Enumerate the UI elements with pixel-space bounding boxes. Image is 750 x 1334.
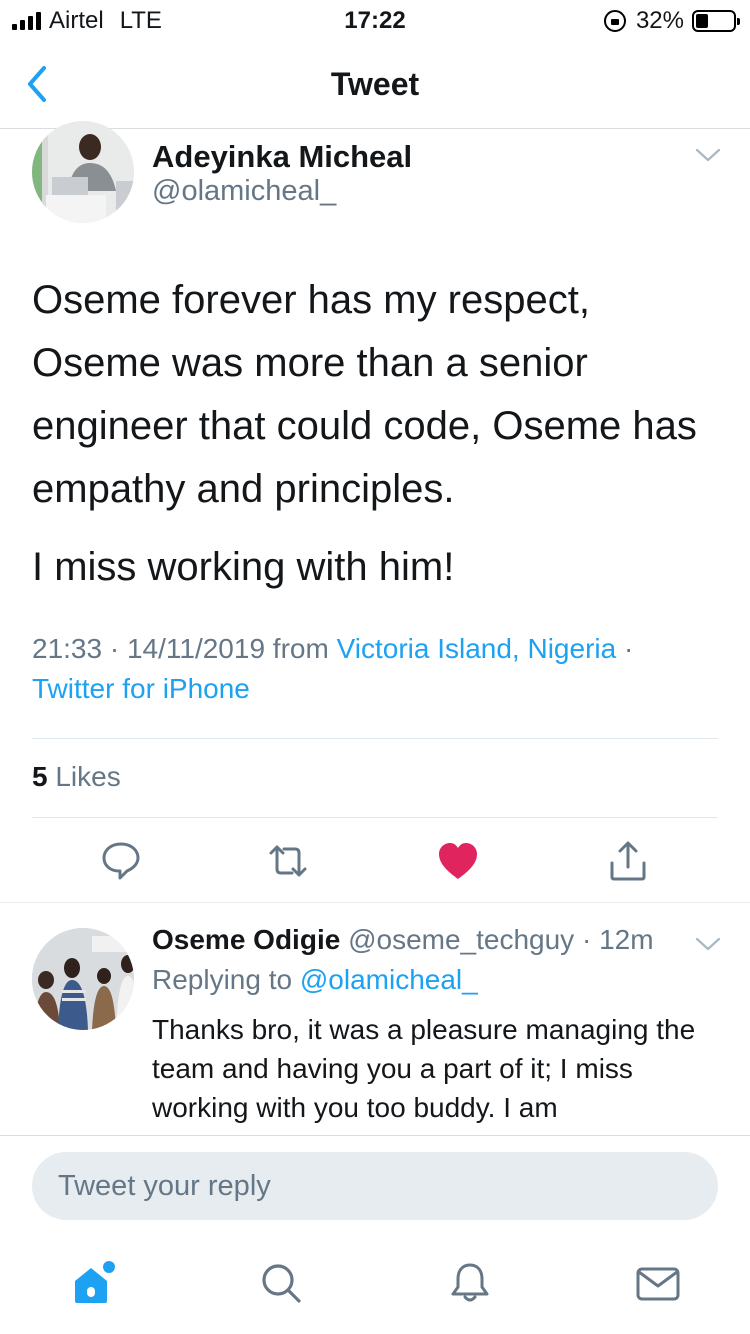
tab-search[interactable] xyxy=(257,1259,305,1307)
author-handle[interactable]: @olamicheal_ xyxy=(152,175,336,208)
page-title: Tweet xyxy=(330,66,420,102)
source-link[interactable]: Twitter for iPhone xyxy=(32,673,250,704)
notifications-icon xyxy=(451,1263,489,1302)
heart-icon xyxy=(439,843,477,879)
search-icon xyxy=(262,1264,301,1303)
reply-time: · 12m xyxy=(581,924,654,955)
replying-handle-link[interactable]: @olamicheal_ xyxy=(300,964,478,995)
battery-percent: 32% xyxy=(635,7,684,34)
nav-bar: Tweet xyxy=(0,40,750,129)
main-tweet: Adeyinka Micheal @olamicheal_ Oseme fore… xyxy=(0,121,750,903)
reply-input[interactable] xyxy=(32,1152,718,1220)
status-bar: Airtel LTE 17:22 32% xyxy=(0,0,750,40)
divider xyxy=(32,738,718,739)
share-icon xyxy=(610,841,646,881)
retweet-icon xyxy=(269,845,307,877)
divider xyxy=(32,817,718,818)
chevron-down-icon[interactable] xyxy=(694,934,722,954)
avatar-photo xyxy=(32,121,134,223)
battery-icon xyxy=(692,10,740,32)
tweet-meta: 21:33 · 14/11/2019 from Victoria Island,… xyxy=(32,629,718,709)
replying-prefix: Replying to xyxy=(152,964,293,995)
home-icon xyxy=(75,1261,115,1303)
location-link[interactable]: Victoria Island, Nigeria xyxy=(337,633,617,664)
reply-composer xyxy=(0,1135,750,1235)
reply-author-name[interactable]: Oseme Odigie xyxy=(152,924,340,955)
tweet-text: Oseme forever has my respect, Oseme was … xyxy=(32,269,722,614)
meta-separator: · xyxy=(623,633,634,664)
tab-notifications[interactable] xyxy=(446,1259,494,1307)
chevron-down-icon[interactable] xyxy=(694,145,722,165)
reply-author-handle[interactable]: @oseme_techguy xyxy=(348,924,574,955)
retweet-button[interactable] xyxy=(266,839,310,883)
share-button[interactable] xyxy=(606,839,650,883)
tweet-paragraph: I miss working with him! xyxy=(32,545,455,589)
avatar[interactable] xyxy=(32,121,134,223)
reply-avatar[interactable] xyxy=(32,928,134,1030)
orientation-lock-icon xyxy=(603,10,626,32)
tab-bar xyxy=(0,1235,750,1334)
reply-avatar-photo xyxy=(32,928,134,1030)
replying-to: Replying to @olamicheal_ xyxy=(152,964,478,996)
reply-header: Oseme Odigie @oseme_techguy · 12m xyxy=(152,924,654,956)
tweet-paragraph: Oseme forever has my respect, Oseme was … xyxy=(32,278,697,511)
tweet-timestamp: 21:33 · 14/11/2019 from xyxy=(32,633,329,664)
likes-number: 5 xyxy=(32,761,48,792)
likes-count[interactable]: 5 Likes xyxy=(32,761,121,793)
likes-label: Likes xyxy=(55,761,121,792)
reply-tweet[interactable]: Oseme Odigie @oseme_techguy · 12m Replyi… xyxy=(0,904,750,1136)
messages-icon xyxy=(636,1267,680,1301)
tab-messages[interactable] xyxy=(634,1259,682,1307)
reply-icon xyxy=(102,842,140,880)
reply-text: Thanks bro, it was a pleasure managing t… xyxy=(152,1014,696,1123)
like-button[interactable] xyxy=(436,839,480,883)
reply-button[interactable] xyxy=(99,839,143,883)
author-name[interactable]: Adeyinka Micheal xyxy=(152,139,412,175)
tab-home[interactable] xyxy=(69,1259,117,1307)
